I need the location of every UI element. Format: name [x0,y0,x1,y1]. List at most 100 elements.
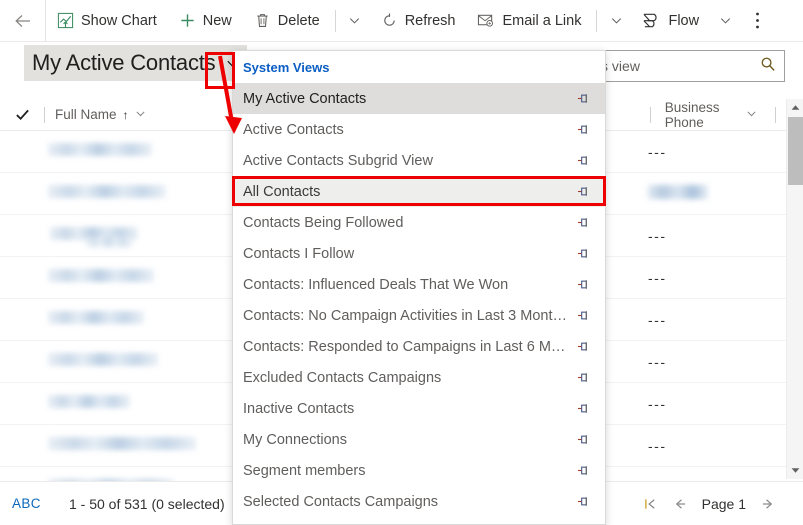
cell-full-name [48,311,144,324]
pin-icon[interactable] [577,154,591,167]
cell-full-name-overflow [86,237,132,247]
view-item-contacts-responded-to-campaigns-in-last-6-months[interactable]: Contacts: Responded to Campaigns in Last… [233,331,605,362]
refresh-button[interactable]: Refresh [370,0,467,42]
view-item-contacts-influenced-deals-that-we-won[interactable]: Contacts: Influenced Deals That We Won [233,269,605,300]
view-item-contacts-being-followed[interactable]: Contacts Being Followed [233,207,605,238]
cell-full-name [48,395,130,408]
plus-icon [179,12,196,29]
pin-icon[interactable] [577,123,591,136]
system-views-flyout: System Views My Active Contacts Active C… [232,50,606,525]
chevron-down-icon-1[interactable] [340,0,370,42]
delete-label: Delete [277,12,320,29]
scroll-up-arrow-icon[interactable] [787,99,803,116]
email-a-link-button[interactable]: Email a Link [466,0,592,42]
view-item-selected-contacts-campaigns[interactable]: Selected Contacts Campaigns [233,486,605,517]
view-item-contacts-i-follow[interactable]: Contacts I Follow [233,238,605,269]
pin-icon[interactable] [577,433,591,446]
cell-full-name [48,143,152,156]
header-divider-3 [775,106,776,123]
pin-icon[interactable] [577,247,591,260]
refresh-label: Refresh [404,12,456,29]
view-item-label: My Connections [243,431,347,448]
chevron-down-icon-2[interactable] [601,0,631,42]
trash-icon [254,12,271,29]
page-first-icon[interactable] [644,497,659,511]
cell-business-phone: --- [648,438,667,454]
pin-icon[interactable] [577,92,591,105]
view-item-label: My Active Contacts [243,90,367,107]
pin-icon[interactable] [577,185,591,198]
cell-full-name [48,269,154,282]
column-header-full-name[interactable]: Full Name ↑ [45,99,156,131]
view-item-label: All Contacts [243,183,321,200]
new-button[interactable]: New [168,0,243,42]
pin-icon[interactable] [577,216,591,229]
alpha-filter-button[interactable]: ABC [12,496,41,511]
flow-button[interactable]: Flow [631,0,710,42]
cell-business-phone: --- [648,144,667,160]
divider-2 [596,9,598,32]
page-next-icon[interactable] [760,497,775,511]
show-chart-label: Show Chart [81,12,157,29]
view-item-label: Excluded Contacts Campaigns [243,369,442,386]
scroll-down-arrow-icon[interactable] [787,462,803,479]
view-item-label: Active Contacts [243,121,344,138]
cell-business-phone: --- [648,354,667,370]
cell-full-name [48,437,196,450]
page-title: My Active Contacts [32,50,216,75]
cell-full-name [48,185,166,198]
pin-icon[interactable] [577,278,591,291]
sort-ascending-icon: ↑ [122,107,129,122]
pin-icon[interactable] [577,495,591,508]
delete-button[interactable]: Delete [243,0,331,42]
pager: Page 1 [644,496,803,512]
column-header-business-phone[interactable]: Business Phone [640,99,786,131]
grid-scrollbar[interactable] [786,99,803,479]
header-divider-2 [650,106,651,123]
chevron-down-icon-3[interactable] [710,0,740,42]
email-a-link-label: Email a Link [502,12,582,29]
column-chevron-down-icon-business-phone[interactable] [746,108,757,122]
view-item-label: Contacts: Responded to Campaigns in Last… [243,338,567,355]
view-item-label: Selected Contacts Campaigns [243,493,439,510]
view-item-my-active-contacts[interactable]: My Active Contacts [233,83,605,114]
flow-label: Flow [668,12,700,29]
view-item-label: Contacts: No Campaign Activities in Last… [243,307,567,324]
cell-full-name [48,353,158,366]
back-arrow-icon[interactable] [0,0,46,42]
view-item-inactive-contacts[interactable]: Inactive Contacts [233,393,605,424]
pin-icon[interactable] [577,340,591,353]
cell-business-phone: --- [648,396,667,412]
pin-icon[interactable] [577,402,591,415]
cell-business-phone: --- [648,312,667,328]
select-all-checkmark-icon[interactable] [0,107,44,122]
pin-icon[interactable] [577,371,591,384]
view-item-active-contacts-subgrid-view[interactable]: Active Contacts Subgrid View [233,145,605,176]
view-item-active-contacts[interactable]: Active Contacts [233,114,605,145]
view-item-label: Contacts Being Followed [243,214,404,231]
view-selector[interactable]: My Active Contacts [24,45,248,81]
column-chevron-down-icon-full-name[interactable] [135,108,146,122]
cell-business-phone: --- [648,228,667,244]
page-prev-icon[interactable] [673,497,688,511]
show-chart-button[interactable]: Show Chart [46,0,168,42]
view-item-label: Inactive Contacts [243,400,355,417]
view-item-my-connections[interactable]: My Connections [233,424,605,455]
column-label-full-name: Full Name [55,107,117,122]
pin-icon[interactable] [577,309,591,322]
cell-business-phone: --- [648,270,667,286]
app-root: Show Chart New Delete Refresh Email a Li… [0,0,803,525]
more-vertical-icon[interactable] [740,0,774,42]
cell-business-phone [648,185,708,199]
scrollbar-thumb[interactable] [788,117,803,185]
divider [334,9,336,32]
view-item-contacts-no-campaign-activities-in-last-3-months[interactable]: Contacts: No Campaign Activities in Last… [233,300,605,331]
view-item-all-contacts[interactable]: All Contacts [233,176,605,207]
pin-icon[interactable] [577,464,591,477]
flow-icon [642,12,661,29]
view-item-excluded-contacts-campaigns[interactable]: Excluded Contacts Campaigns [233,362,605,393]
view-item-segment-members[interactable]: Segment members [233,455,605,486]
search-icon[interactable] [760,56,776,76]
refresh-icon [381,12,398,29]
chart-icon [57,12,74,29]
